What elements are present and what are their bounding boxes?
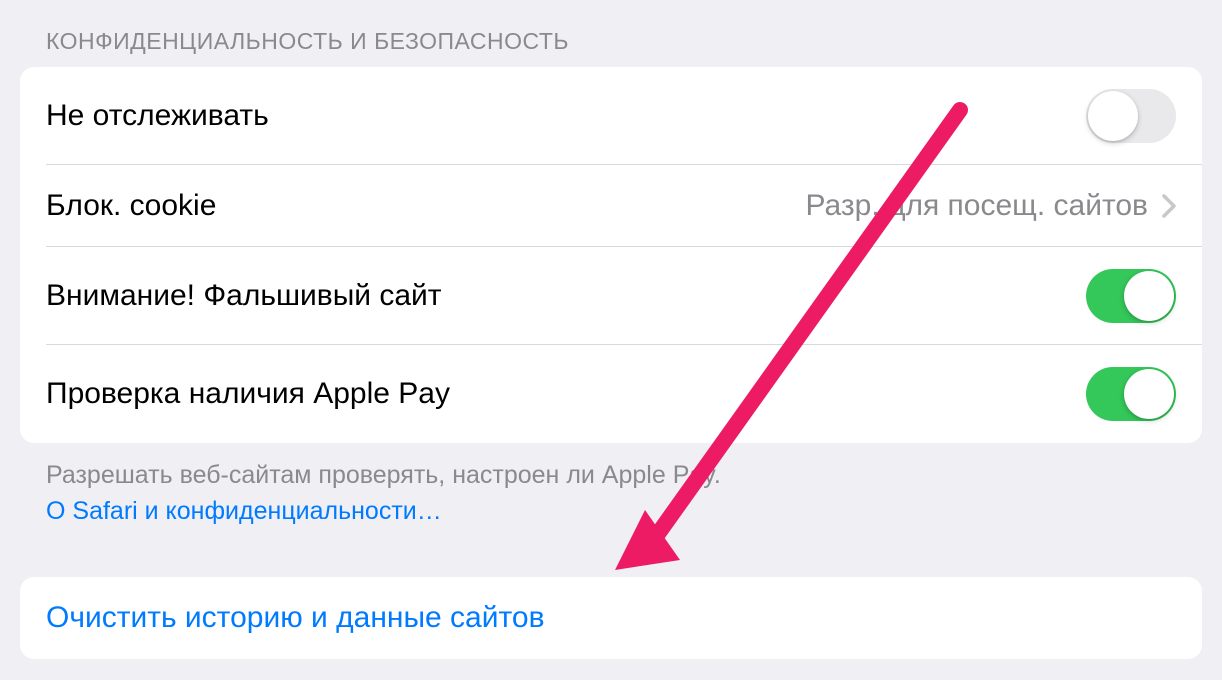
- row-label-block-cookies: Блок. cookie: [46, 189, 216, 223]
- row-do-not-track[interactable]: Не отслеживать: [20, 67, 1202, 165]
- row-detail-block-cookies: Разр. для посещ. сайтов: [806, 189, 1149, 223]
- row-check-apple-pay[interactable]: Проверка наличия Apple Pay: [20, 345, 1202, 443]
- footer-text: Разрешать веб-сайтам проверять, настроен…: [0, 443, 1222, 529]
- row-label-check-apple-pay: Проверка наличия Apple Pay: [46, 377, 450, 411]
- row-label-do-not-track: Не отслеживать: [46, 99, 269, 133]
- row-fraud-warning[interactable]: Внимание! Фальшивый сайт: [20, 247, 1202, 345]
- footer-link-about-safari-privacy[interactable]: О Safari и конфиденциальности…: [46, 495, 1176, 529]
- settings-group-action: Очистить историю и данные сайтов: [20, 577, 1202, 659]
- toggle-knob: [1124, 271, 1174, 321]
- toggle-fraud-warning[interactable]: [1086, 269, 1176, 323]
- toggle-do-not-track[interactable]: [1086, 89, 1176, 143]
- footer-description: Разрешать веб-сайтам проверять, настроен…: [46, 461, 721, 489]
- chevron-right-icon: [1162, 194, 1176, 218]
- section-header-privacy: КОНФИДЕНЦИАЛЬНОСТЬ И БЕЗОПАСНОСТЬ: [0, 0, 1222, 67]
- row-right-block-cookies: Разр. для посещ. сайтов: [806, 189, 1177, 223]
- settings-container: КОНФИДЕНЦИАЛЬНОСТЬ И БЕЗОПАСНОСТЬ Не отс…: [0, 0, 1222, 659]
- toggle-knob: [1088, 91, 1138, 141]
- row-block-cookies[interactable]: Блок. cookie Разр. для посещ. сайтов: [20, 165, 1202, 247]
- action-label-clear-history: Очистить историю и данные сайтов: [46, 601, 545, 635]
- toggle-knob: [1124, 369, 1174, 419]
- settings-group-privacy: Не отслеживать Блок. cookie Разр. для по…: [20, 67, 1202, 443]
- row-clear-history[interactable]: Очистить историю и данные сайтов: [20, 577, 1202, 659]
- toggle-check-apple-pay[interactable]: [1086, 367, 1176, 421]
- row-label-fraud-warning: Внимание! Фальшивый сайт: [46, 279, 442, 313]
